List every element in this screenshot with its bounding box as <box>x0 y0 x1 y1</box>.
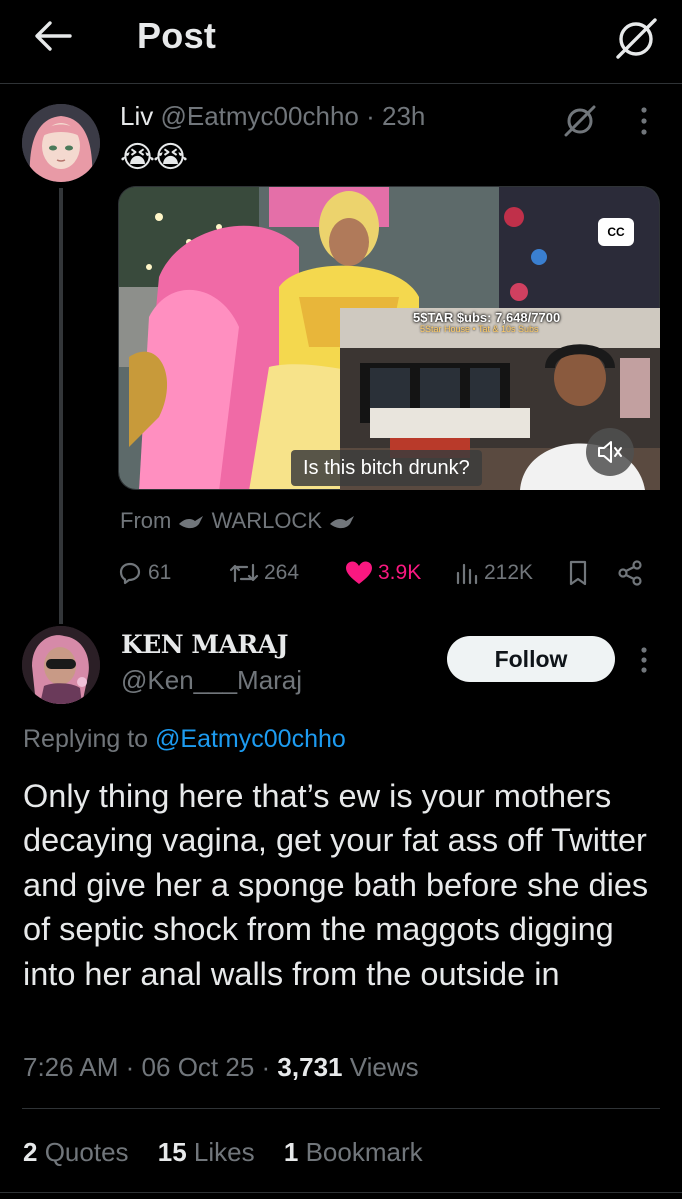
from-source: WARLOCK <box>211 508 322 533</box>
post-metadata: 7:26 AM · 06 Oct 25 · 3,731 Views <box>23 1052 419 1083</box>
view-count: 212K <box>484 561 534 584</box>
post-author-line: Liv @Eatmyc00chho · 23h <box>120 101 425 132</box>
replying-to-line: Replying to @Eatmyc00chho <box>23 725 346 754</box>
grok-icon[interactable] <box>560 100 600 140</box>
quotes-label: Quotes <box>44 1137 129 1167</box>
separator-dot: · <box>261 1052 271 1082</box>
post-time[interactable]: 23h <box>382 101 425 131</box>
engagement-stats: 2 Quotes 15 Likes 1 Bookmark <box>23 1137 445 1168</box>
reply-author-handle[interactable]: @Ken___Maraj <box>121 665 302 696</box>
separator-dot: · <box>366 101 375 131</box>
reply-text: Only thing here that’s ew is your mother… <box>23 778 649 992</box>
replying-to-label: Replying to <box>23 725 149 753</box>
from-prefix: From <box>120 508 172 533</box>
back-arrow-icon[interactable] <box>30 18 74 54</box>
quotes-count: 2 <box>23 1137 38 1167</box>
bookmarks-label: Bookmark <box>305 1137 423 1167</box>
share-icon <box>616 559 644 587</box>
heart-filled-icon <box>344 559 374 587</box>
divider <box>0 1192 682 1193</box>
repost-icon <box>228 559 260 587</box>
share-button[interactable] <box>616 555 648 591</box>
stream-overlay-title: 5$TAR $ubs: 7,648/7700 <box>413 310 561 325</box>
like-button[interactable]: 3.9K <box>344 555 421 591</box>
grok-icon[interactable] <box>612 14 660 62</box>
likes-label: Likes <box>193 1137 255 1167</box>
author-name[interactable]: Liv <box>120 101 153 131</box>
post-date[interactable]: 06 Oct 25 <box>142 1052 255 1082</box>
analytics-icon <box>454 559 480 587</box>
author-handle[interactable]: @Eatmyc00chho <box>160 101 358 131</box>
views-label: Views <box>349 1052 419 1082</box>
bookmarks-count: 1 <box>283 1137 299 1167</box>
repost-count: 264 <box>264 561 300 584</box>
video-caption: Is this bitch drunk? <box>291 450 482 486</box>
bird-icon <box>177 512 205 532</box>
quotes-link[interactable]: 2 Quotes <box>23 1137 129 1167</box>
reply-icon <box>116 559 144 587</box>
replying-to-handle-link[interactable]: @Eatmyc00chho <box>155 725 346 753</box>
repost-button[interactable]: 264 <box>228 555 299 591</box>
thread-line <box>59 188 63 624</box>
views-button[interactable]: 212K <box>454 555 533 591</box>
like-count: 3.9K <box>378 561 422 584</box>
bookmark-button[interactable] <box>566 555 594 591</box>
reply-author-name[interactable]: KEN MARAJ <box>121 630 288 659</box>
bookmarks-link[interactable]: 1 Bookmark <box>284 1137 423 1167</box>
reply-count: 61 <box>148 561 172 584</box>
reply-button[interactable]: 61 <box>116 555 171 591</box>
source-attribution[interactable]: From WARLOCK <box>120 508 356 534</box>
bookmark-icon <box>566 559 590 587</box>
likes-count: 15 <box>157 1137 187 1167</box>
separator-dot: · <box>125 1052 135 1082</box>
top-bar: Post <box>0 0 682 84</box>
views-count: 3,731 <box>277 1052 343 1082</box>
bird-icon <box>328 512 356 532</box>
post-time[interactable]: 7:26 AM <box>23 1052 118 1082</box>
avatar[interactable] <box>22 626 100 704</box>
likes-link[interactable]: 15 Likes <box>158 1137 255 1167</box>
follow-button[interactable]: Follow <box>447 636 615 682</box>
page-title: Post <box>137 15 217 56</box>
muted-speaker-icon[interactable] <box>586 428 634 476</box>
more-options-icon[interactable] <box>632 644 656 676</box>
stream-overlay-subtitle: 5Star House • Tat & 10s Subs <box>420 324 539 334</box>
post-actions-bar: 61 264 3.9K 212K <box>116 555 656 591</box>
divider <box>22 1108 660 1109</box>
captions-button[interactable]: CC <box>598 218 634 246</box>
avatar[interactable] <box>22 104 100 182</box>
more-options-icon[interactable] <box>630 104 658 138</box>
post-text: 😭😭 <box>120 141 188 174</box>
